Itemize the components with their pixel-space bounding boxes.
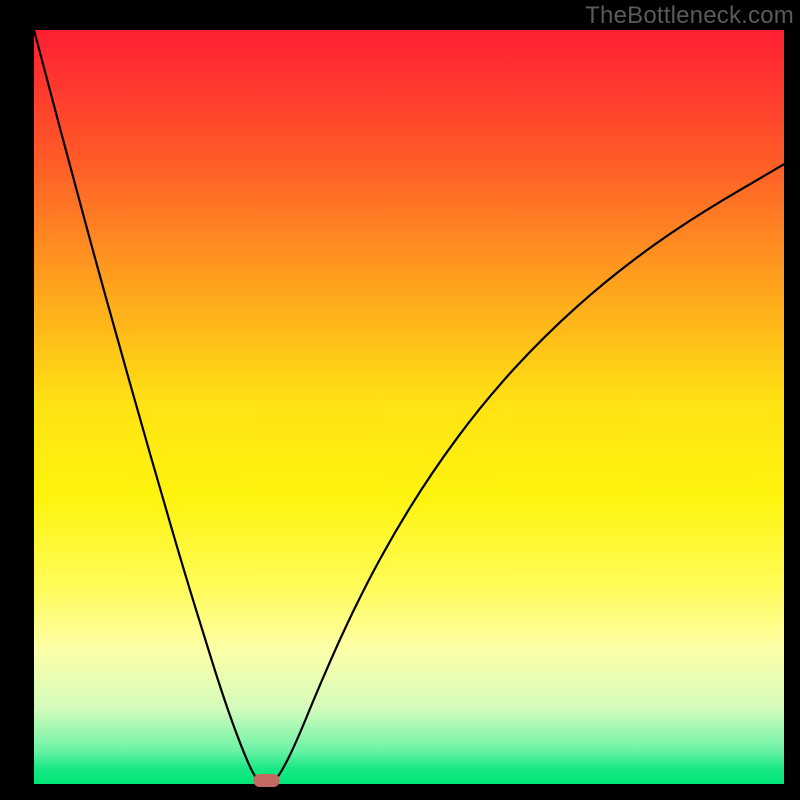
chart-frame: TheBottleneck.com [0, 0, 800, 800]
min-point-marker [254, 774, 280, 787]
bottleneck-chart [0, 0, 800, 800]
attribution-label: TheBottleneck.com [585, 2, 794, 30]
plot-background [34, 30, 784, 784]
